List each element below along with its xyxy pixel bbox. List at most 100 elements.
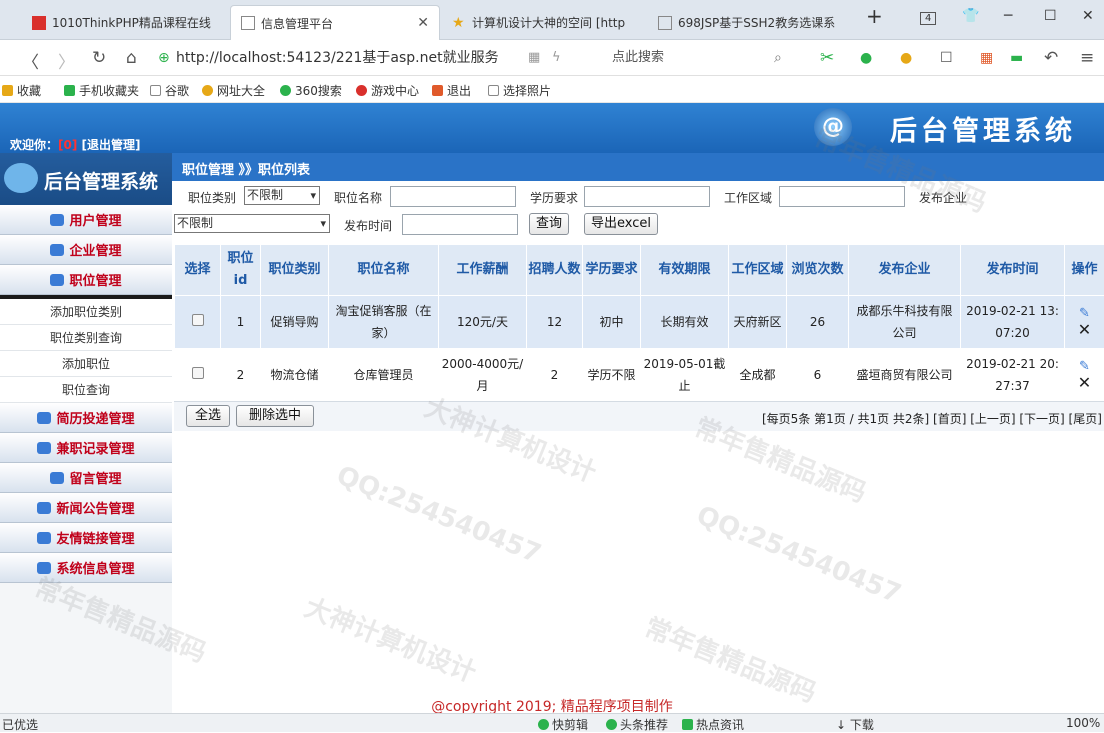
- area-input[interactable]: [779, 186, 905, 207]
- cell-time: 2019-02-21 20:27:37: [961, 349, 1065, 402]
- page-icon: [150, 85, 161, 96]
- status-item[interactable]: 头条推荐: [606, 716, 668, 733]
- reload-icon[interactable]: ↻: [92, 48, 106, 68]
- watermark: QQ:254540457: [692, 500, 905, 609]
- row-checkbox[interactable]: [192, 314, 204, 326]
- close-tab-icon[interactable]: ✕: [417, 15, 429, 31]
- edu-input[interactable]: [584, 186, 710, 207]
- bookmark-item[interactable]: 选择照片: [488, 82, 551, 99]
- row-checkbox[interactable]: [192, 367, 204, 379]
- logout-link[interactable]: [退出管理]: [82, 138, 141, 152]
- forward-icon[interactable]: 〉: [58, 48, 75, 73]
- main-content: 职位管理 》》职位列表 职位类别 不限制 职位名称 学历要求 工作区域 发布企业…: [172, 153, 1104, 237]
- query-button[interactable]: 查询: [529, 213, 569, 235]
- menu-links[interactable]: 友情链接管理: [0, 523, 172, 553]
- menu-user[interactable]: 用户管理: [0, 205, 172, 235]
- new-tab-button[interactable]: +: [866, 4, 883, 28]
- company-select[interactable]: 不限制: [174, 214, 330, 233]
- cell-category: 物流仓储: [261, 349, 329, 402]
- back-icon[interactable]: 〈: [22, 48, 39, 73]
- bookmark-item[interactable]: 网址大全: [202, 82, 265, 99]
- translate-icon[interactable]: ●: [860, 50, 872, 66]
- search-icon[interactable]: ⌕: [774, 50, 782, 66]
- submenu-add-job[interactable]: 添加职位: [0, 351, 172, 377]
- submenu-job-query[interactable]: 职位查询: [0, 377, 172, 403]
- search-input[interactable]: 点此搜索: [612, 46, 792, 70]
- delete-icon[interactable]: ✕: [1067, 375, 1102, 391]
- tab-page-icon: [241, 16, 255, 30]
- menu-message[interactable]: 留言管理: [0, 463, 172, 493]
- col-header: 职位类别: [261, 245, 329, 296]
- cell-id: 2: [221, 349, 261, 402]
- battery-icon[interactable]: ▬: [1010, 50, 1023, 66]
- apps-icon[interactable]: ▦: [980, 50, 993, 66]
- menu-resume[interactable]: 简历投递管理: [0, 403, 172, 433]
- home-icon[interactable]: ⌂: [126, 48, 137, 68]
- phone-icon: [64, 85, 75, 96]
- bookmark-item[interactable]: 360搜索: [280, 82, 342, 99]
- bookmark-item[interactable]: 谷歌: [150, 82, 189, 99]
- skin-icon[interactable]: 👕: [962, 8, 979, 24]
- menu-parttime[interactable]: 兼职记录管理: [0, 433, 172, 463]
- delete-icon[interactable]: ✕: [1067, 322, 1102, 338]
- submenu-category-query[interactable]: 职位类别查询: [0, 325, 172, 351]
- watermark: QQ:254540457: [332, 460, 545, 569]
- watermark: 大神计算机设计: [300, 587, 483, 689]
- filter-form: 职位类别 不限制 职位名称 学历要求 工作区域 发布企业 不限制 发布时间 查询…: [172, 181, 1104, 237]
- cell-actions: ✎ ✕: [1065, 349, 1104, 402]
- browser-tab-2[interactable]: 信息管理平台 ✕: [230, 5, 440, 40]
- bookmark-item[interactable]: 游戏中心: [356, 82, 419, 99]
- cell-area: 天府新区: [729, 296, 787, 349]
- play-icon: [538, 719, 549, 730]
- status-item[interactable]: ↓ 下载: [836, 716, 874, 733]
- select-all-button[interactable]: 全选: [186, 405, 230, 427]
- submenu-add-category[interactable]: 添加职位类别: [0, 299, 172, 325]
- category-select[interactable]: 不限制: [244, 186, 320, 205]
- undo-icon[interactable]: ↶: [1044, 48, 1058, 68]
- scissors-icon[interactable]: ✂: [820, 48, 834, 68]
- tab-count-badge[interactable]: 4: [920, 12, 936, 25]
- menu-system[interactable]: 系统信息管理: [0, 553, 172, 583]
- cell-views: 26: [787, 296, 849, 349]
- zoom-level[interactable]: 100%: [1066, 716, 1100, 730]
- menu-company[interactable]: 企业管理: [0, 235, 172, 265]
- browser-tab-4[interactable]: 698JSP基于SSH2教务选课系: [648, 5, 858, 40]
- cell-salary: 120元/天: [439, 296, 527, 349]
- bookmark-item[interactable]: 手机收藏夹: [64, 82, 139, 99]
- export-excel-button[interactable]: 导出excel: [584, 213, 658, 235]
- status-item[interactable]: 热点资讯: [682, 716, 744, 733]
- minimize-icon[interactable]: ─: [1004, 8, 1012, 24]
- browser-tab-1[interactable]: 1010ThinkPHP精品课程在线: [22, 5, 228, 40]
- menu-job[interactable]: 职位管理: [0, 265, 172, 295]
- browser-tab-3[interactable]: ★ 计算机设计大神的空间 [http: [442, 5, 642, 40]
- col-header: 有效期限: [641, 245, 729, 296]
- pagination[interactable]: [每页5条 第1页 / 共1页 共2条] [首页] [上一页] [下一页] [尾…: [762, 410, 1102, 427]
- bookmark-item[interactable]: 收藏: [2, 82, 41, 99]
- menu-news[interactable]: 新闻公告管理: [0, 493, 172, 523]
- cell-validity: 长期有效: [641, 296, 729, 349]
- menu-icon[interactable]: ≡: [1080, 48, 1094, 68]
- close-window-icon[interactable]: ✕: [1082, 8, 1094, 24]
- bookmark-item[interactable]: 退出: [432, 82, 471, 99]
- col-header: 招聘人数: [527, 245, 583, 296]
- qr-icon[interactable]: ▦: [528, 50, 540, 65]
- status-item[interactable]: 快剪辑: [538, 716, 588, 733]
- screenshot-icon[interactable]: ☐: [940, 50, 953, 66]
- menu-icon: [50, 214, 64, 226]
- menu-icon: [37, 412, 51, 424]
- tab-label: 1010ThinkPHP精品课程在线: [52, 14, 211, 31]
- sidebar: 后台管理系统 用户管理 企业管理 职位管理 添加职位类别 职位类别查询 添加职位…: [0, 153, 172, 713]
- name-input[interactable]: [390, 186, 516, 207]
- coupon-icon[interactable]: ●: [900, 50, 912, 66]
- maximize-icon[interactable]: ☐: [1044, 8, 1057, 24]
- time-input[interactable]: [402, 214, 518, 235]
- col-header: 选择: [175, 245, 221, 296]
- table-row: 2 物流仓储 仓库管理员 2000-4000元/月 2 学历不限 2019-05…: [175, 349, 1104, 402]
- category-label: 职位类别: [188, 189, 236, 206]
- menu-icon: [50, 244, 64, 256]
- cell-category: 促销导购: [261, 296, 329, 349]
- news-icon: [682, 719, 693, 730]
- delete-selected-button[interactable]: 删除选中: [236, 405, 314, 427]
- lightning-icon[interactable]: ϟ: [552, 50, 561, 65]
- menu-icon: [37, 502, 51, 514]
